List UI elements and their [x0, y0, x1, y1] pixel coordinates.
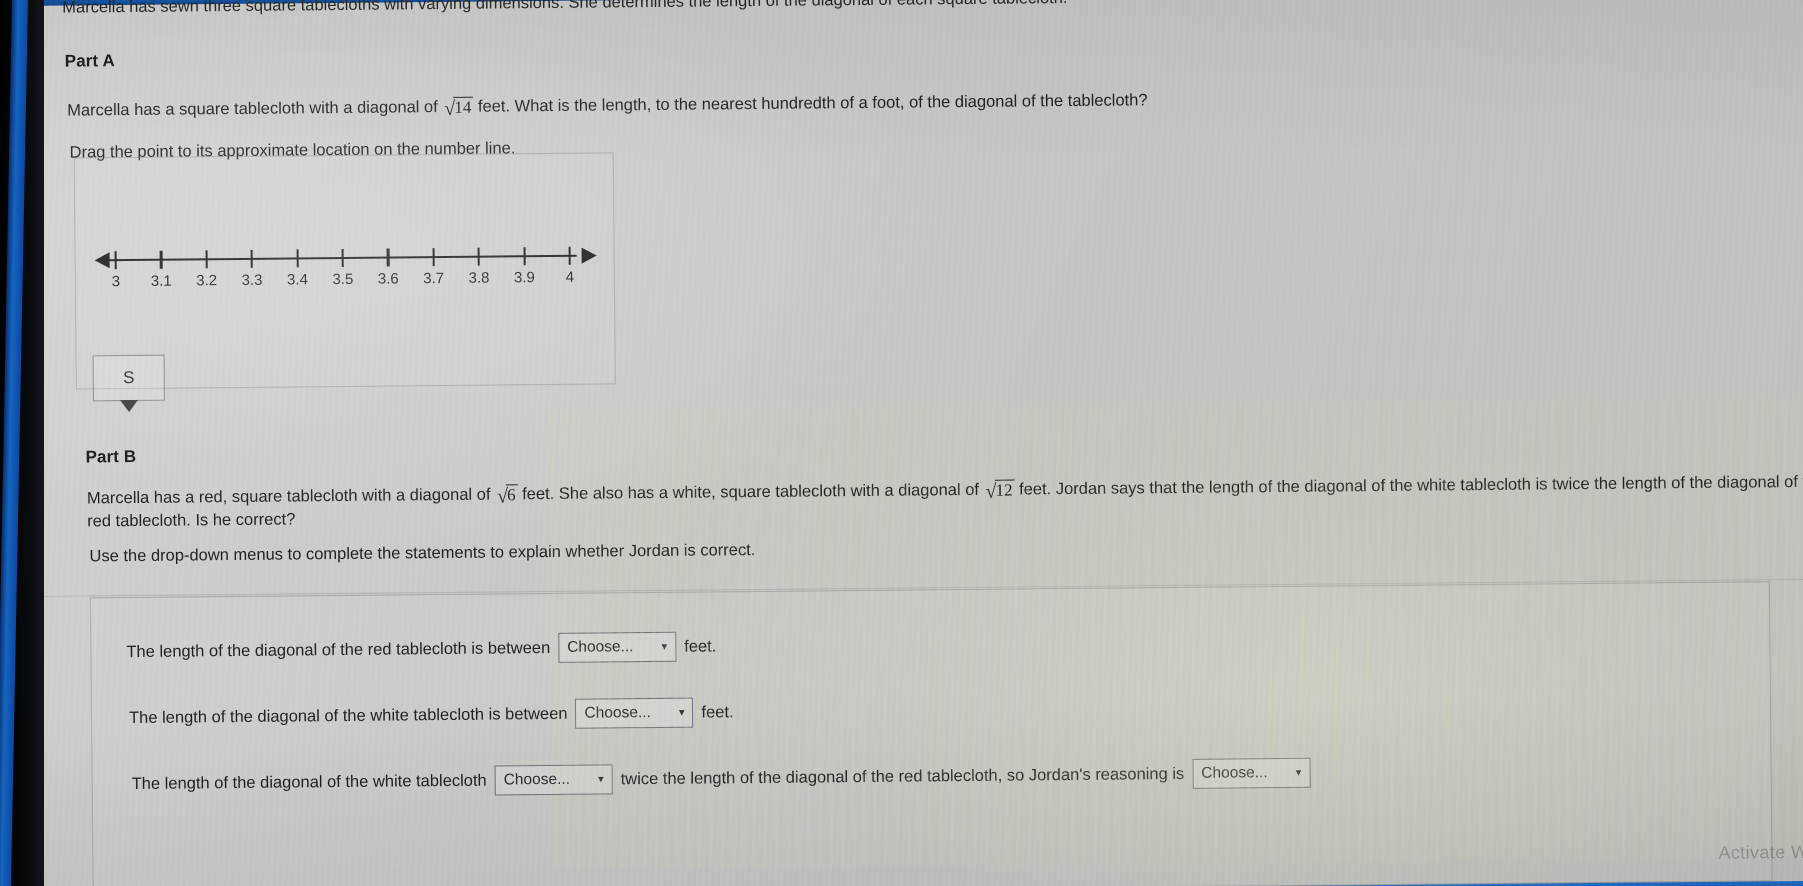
statement-conclusion-middle: twice the length of the diagonal of the …: [620, 764, 1185, 788]
number-line-tick-label: 4: [565, 268, 575, 286]
part-a-heading: Part A: [64, 51, 115, 71]
number-line-tick: [386, 248, 390, 267]
number-line-tick: [568, 246, 571, 265]
number-line-right-arrow-icon: [581, 247, 597, 264]
dropdown-reasoning[interactable]: Choose... ▾: [1192, 757, 1311, 789]
number-line-tick: [296, 249, 299, 268]
number-line-tick-label: 3.5: [332, 270, 354, 289]
number-line-tick-label: 3.9: [513, 269, 535, 287]
number-line-tick: [477, 247, 481, 266]
number-line-tick-label: 3: [111, 273, 121, 291]
statement-red-before: The length of the diagonal of the red ta…: [126, 638, 551, 661]
number-line-tick: [159, 250, 163, 269]
dropdown-white-range[interactable]: Choose... ▾: [575, 697, 694, 729]
dropdown-reasoning-value: Choose...: [1201, 764, 1268, 782]
statement-white-before: The length of the diagonal of the white …: [128, 704, 568, 727]
part-b-question-seg-2: feet. She also has a white, square table…: [522, 480, 980, 504]
number-line-left-arrow-icon: [94, 252, 110, 269]
number-line-tick-label: 3.3: [241, 271, 263, 289]
chevron-down-icon: ▾: [598, 773, 604, 786]
draggable-point-label[interactable]: S: [92, 354, 166, 402]
number-line-tick: [114, 251, 117, 270]
number-line-tick: [341, 248, 344, 267]
chevron-down-icon: ▾: [678, 706, 685, 719]
part-a-question-after: feet. What is the length, to the nearest…: [477, 91, 1148, 116]
number-line[interactable]: 3 3.1 3.2 3.3 3.4 3.5 3.6 3.7 3.8 3.9 4: [90, 228, 601, 303]
dropdown-comparison[interactable]: Choose... ▾: [494, 764, 613, 796]
monitor-photo: Marcella has sewn three square tableclot…: [0, 0, 1803, 886]
number-line-tick: [432, 248, 435, 267]
chevron-down-icon: ▾: [1295, 766, 1302, 779]
statement-row-white: The length of the diagonal of the white …: [129, 697, 734, 733]
sqrt-6-radicand: 6: [505, 484, 518, 505]
number-line-tick-label: 3.1: [150, 272, 172, 290]
statement-white-after: feet.: [701, 702, 734, 722]
number-line-tick-label: 3.2: [196, 272, 218, 290]
dropdown-red-range[interactable]: Choose... ▾: [558, 631, 677, 663]
dropdown-statements-panel: [89, 581, 1773, 886]
number-line-tick-label: 3.7: [423, 270, 445, 288]
screen-area: Marcella has sewn three square tableclot…: [26, 0, 1803, 886]
dropdown-comparison-value: Choose...: [503, 770, 571, 789]
sqrt-6: √6: [497, 484, 518, 508]
part-b-question-seg-1: Marcella has a red, square tablecloth wi…: [86, 485, 491, 508]
sqrt-14: √14: [444, 96, 474, 120]
chevron-down-icon: ▾: [661, 640, 668, 653]
number-line-tick-label: 3.4: [286, 271, 308, 289]
statement-conclusion-before: The length of the diagonal of the white …: [131, 771, 487, 793]
number-line-tick-label: 3.6: [377, 270, 399, 288]
draggable-point-token[interactable]: S: [92, 354, 166, 413]
statement-red-after: feet.: [684, 636, 717, 656]
number-line-tick: [250, 249, 254, 268]
sqrt-14-radicand: 14: [453, 96, 474, 117]
part-a-question-before: Marcella has a square tablecloth with a …: [67, 98, 438, 120]
statement-row-red: The length of the diagonal of the red ta…: [126, 631, 716, 667]
sqrt-12: √12: [985, 479, 1015, 503]
dropdown-red-range-value: Choose...: [567, 638, 634, 656]
draggable-point-pointer-icon: [119, 399, 139, 413]
number-line-tick-label: 3.8: [468, 269, 490, 287]
activate-windows-watermark: Activate W: [1718, 841, 1803, 863]
dropdown-white-range-value: Choose...: [584, 704, 651, 722]
number-line-tick: [523, 247, 526, 266]
number-line-tick: [205, 250, 208, 269]
sqrt-12-radicand: 12: [994, 479, 1015, 500]
part-b-heading: Part B: [85, 446, 137, 467]
